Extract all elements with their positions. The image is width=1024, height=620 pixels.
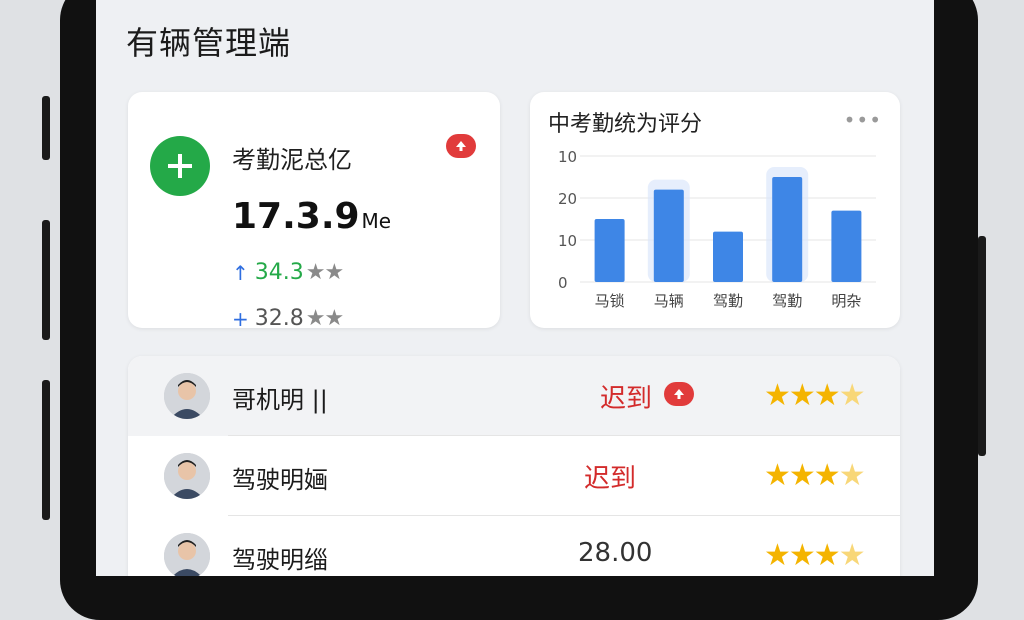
full-stars: ★★★ xyxy=(764,538,841,573)
avatar xyxy=(164,373,210,419)
plus-icon xyxy=(168,154,192,178)
full-stars: ★★★ xyxy=(764,458,841,493)
stat-row-1: ↑ 34.3 ★★ xyxy=(232,260,344,285)
avatar xyxy=(164,533,210,576)
driver-name: 驾驶明婳 xyxy=(232,466,328,494)
chart-bar[interactable] xyxy=(713,231,743,282)
driver-list: 哥机明 || 迟到 ★★★★ 驾驶明婳 迟到 ★★★★ 驾驶明缁 28.00 ★★★★ xyxy=(128,356,900,576)
chart-bar[interactable] xyxy=(772,177,803,282)
chart-bar[interactable] xyxy=(653,189,684,282)
avatar xyxy=(164,453,210,499)
stat-value: 34.3 xyxy=(254,260,304,285)
half-star-icon: ★ xyxy=(838,458,866,493)
summary-title: 考勤泥总亿 xyxy=(232,146,352,174)
more-options-icon[interactable]: ••• xyxy=(844,108,882,132)
rating-chart-card: 10 20 10 0 马锁 马辆 驾勤 驾勤 明杂 中考勤统为评分 ••• xyxy=(530,92,900,328)
chart-bar[interactable] xyxy=(594,219,625,282)
arrow-up-icon: ↑ xyxy=(232,260,249,285)
x-tick-label: 驾勤 xyxy=(772,292,802,310)
star-rating: ★★ xyxy=(305,260,344,285)
volume-button xyxy=(42,96,50,160)
driver-row[interactable]: 驾驶明婳 迟到 ★★★★ xyxy=(128,436,900,516)
arrow-up-icon xyxy=(674,389,684,399)
summary-value: 17.3.9 Me xyxy=(232,196,391,237)
page-title: 有辆管理端 xyxy=(126,24,292,62)
attendance-status: 28.00 xyxy=(578,538,653,568)
stat-value: 32.8 xyxy=(254,306,304,331)
summary-number: 17.3.9 xyxy=(232,196,360,237)
x-tick-label: 驾勤 xyxy=(713,292,743,310)
driver-name: 哥机明 || xyxy=(232,386,328,414)
x-tick-label: 明杂 xyxy=(831,292,861,310)
alert-badge[interactable] xyxy=(446,134,476,158)
side-button-lower xyxy=(42,380,50,520)
driver-row[interactable]: 驾驶明缁 28.00 ★★★★ xyxy=(128,516,900,576)
arrow-up-icon xyxy=(456,141,466,151)
star-rating: ★★★★ xyxy=(764,378,866,413)
y-tick-label: 20 xyxy=(558,190,577,208)
alert-badge[interactable] xyxy=(664,382,694,406)
driver-name: 驾驶明缁 xyxy=(232,546,328,574)
y-tick-label: 10 xyxy=(558,232,577,250)
attendance-status: 迟到 xyxy=(600,384,653,414)
driver-row[interactable]: 哥机明 || 迟到 ★★★★ xyxy=(128,356,900,436)
chart-title: 中考勤统为评分 xyxy=(548,112,703,137)
phone-screen: 有辆管理端 考勤泥总亿 17.3.9 Me ↑ 34.3 ★★ + 32.8 ★★ xyxy=(96,0,934,576)
y-tick-label: 10 xyxy=(558,148,577,166)
star-rating: ★★★★ xyxy=(764,458,866,493)
summary-unit: Me xyxy=(361,209,392,233)
power-button xyxy=(978,236,986,456)
half-star-icon: ★ xyxy=(838,378,866,413)
chart-bar[interactable] xyxy=(831,210,862,282)
x-tick-label: 马辆 xyxy=(654,292,684,310)
full-stars: ★★★ xyxy=(764,378,841,413)
side-button xyxy=(42,220,50,340)
y-tick-label: 0 xyxy=(558,274,568,292)
x-tick-label: 马锁 xyxy=(595,292,625,310)
half-star-icon: ★ xyxy=(838,538,866,573)
attendance-status: 迟到 xyxy=(584,464,637,494)
star-rating: ★★★★ xyxy=(764,538,866,573)
plus-small-icon: + xyxy=(232,306,249,331)
star-rating: ★★ xyxy=(305,306,344,331)
attendance-summary-card[interactable]: 考勤泥总亿 17.3.9 Me ↑ 34.3 ★★ + 32.8 ★★ xyxy=(128,92,500,331)
stat-row-2: + 32.8 ★★ xyxy=(232,306,344,331)
add-button[interactable] xyxy=(150,136,210,196)
